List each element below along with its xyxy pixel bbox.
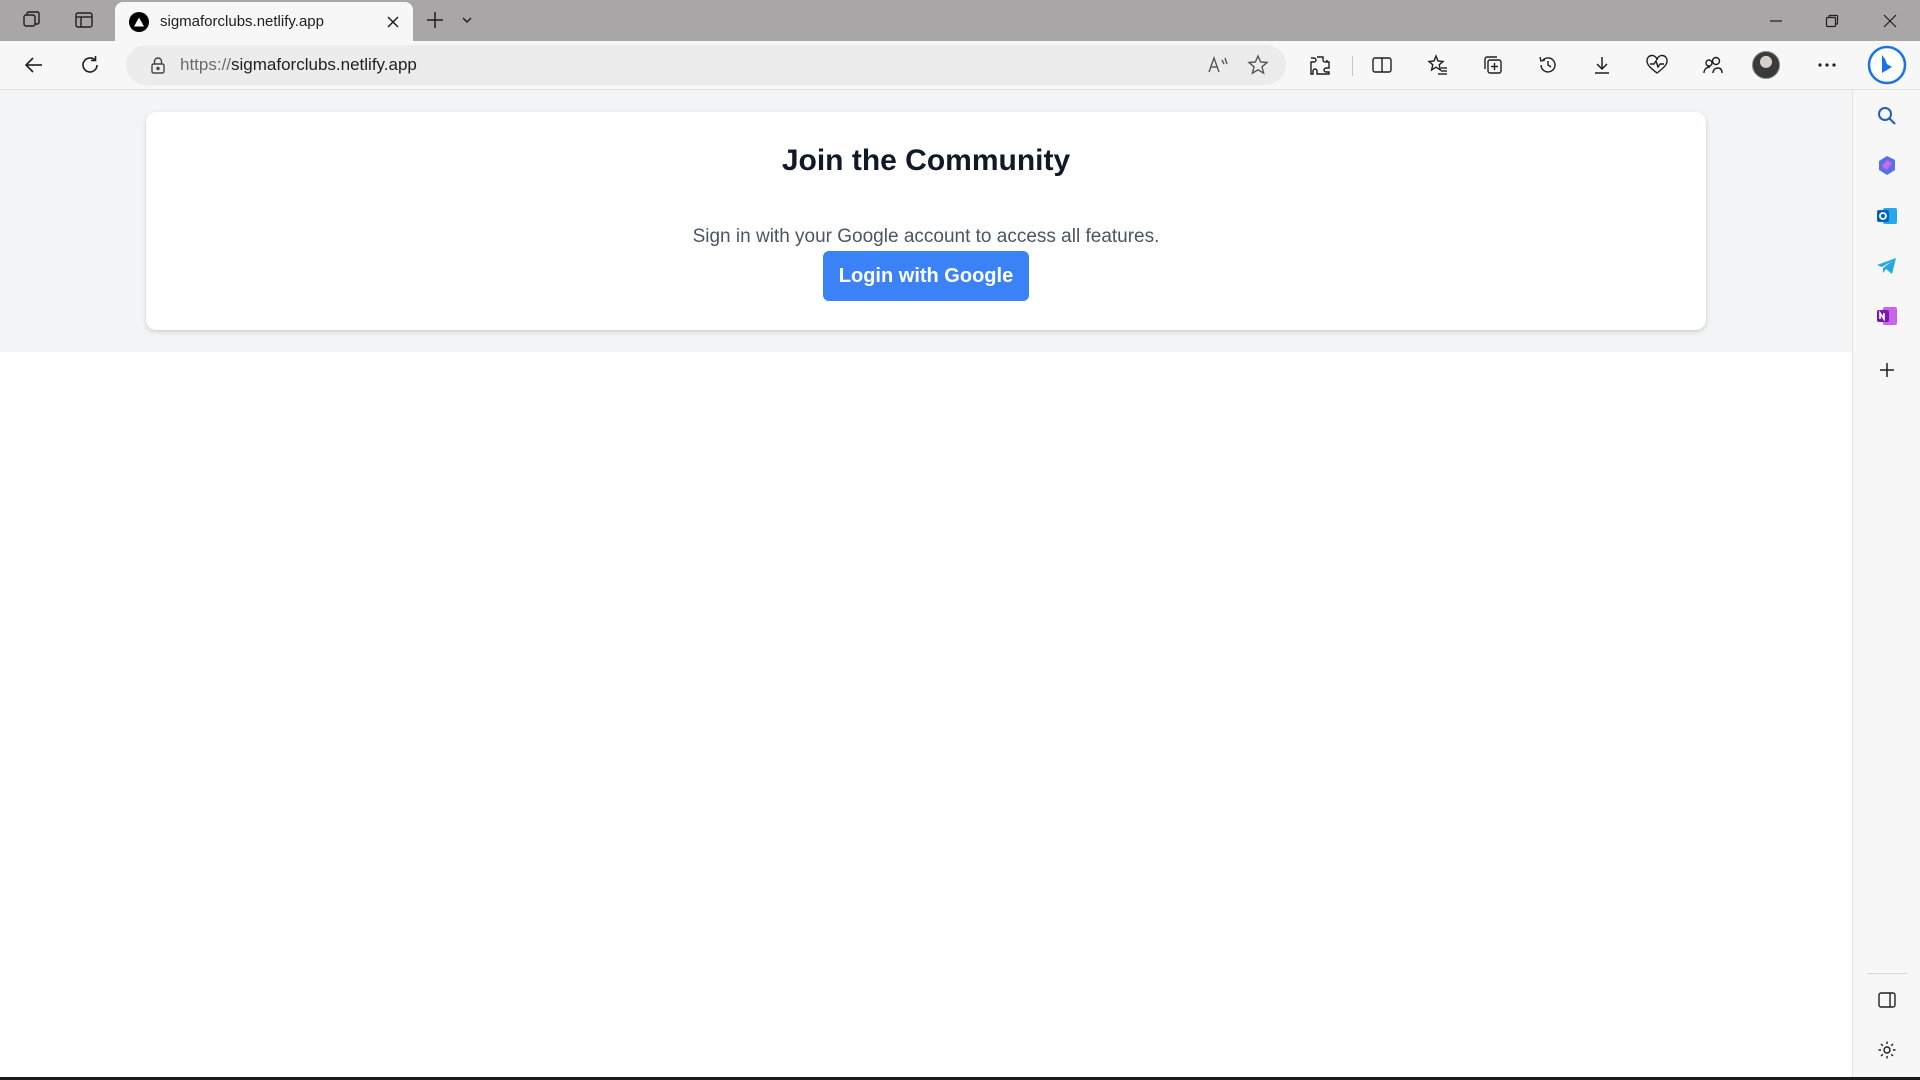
vertical-tabs-icon[interactable] — [66, 4, 102, 36]
bing-icon[interactable] — [1866, 44, 1908, 86]
favorite-star-icon[interactable] — [1238, 47, 1278, 83]
url-host: sigmaforclubs.netlify.app — [231, 55, 417, 74]
restore-icon[interactable] — [1804, 0, 1860, 41]
new-tab-icon[interactable] — [417, 4, 453, 36]
downloads-icon[interactable] — [1582, 47, 1622, 83]
page-title: Join the Community — [781, 144, 1071, 177]
join-card: Join the Community Sign in with your Goo… — [146, 112, 1706, 330]
telegram-icon[interactable] — [1867, 246, 1907, 286]
tab-close-icon[interactable] — [379, 8, 407, 36]
minimize-icon[interactable] — [1748, 0, 1804, 41]
triangle-logo-icon — [129, 11, 149, 32]
edge-sidebar — [1852, 90, 1920, 1080]
tab-list-chevron-icon[interactable] — [449, 4, 485, 36]
close-icon[interactable] — [1862, 0, 1918, 41]
more-menu-icon[interactable] — [1807, 47, 1847, 83]
refresh-icon[interactable] — [70, 47, 110, 83]
lock-icon[interactable] — [146, 53, 170, 77]
read-aloud-icon[interactable] — [1198, 47, 1238, 83]
sidebar-divider — [1867, 973, 1907, 974]
hide-sidebar-icon[interactable] — [1867, 980, 1907, 1020]
toolbar-divider — [1352, 56, 1353, 76]
split-screen-icon[interactable] — [1362, 47, 1402, 83]
url-scheme: https:// — [180, 55, 232, 74]
search-icon[interactable] — [1867, 96, 1907, 136]
collections-icon[interactable] — [1473, 47, 1513, 83]
page-viewport: Join the Community Sign in with your Goo… — [0, 90, 1852, 1078]
back-icon[interactable] — [14, 47, 54, 83]
login-with-google-button[interactable]: Login with Google — [823, 251, 1029, 301]
onenote-icon[interactable] — [1867, 296, 1907, 336]
url-text[interactable]: https://sigmaforclubs.netlify.app — [180, 55, 1198, 75]
settings-icon[interactable] — [1867, 1030, 1907, 1070]
address-bar[interactable]: https://sigmaforclubs.netlify.app — [126, 45, 1286, 85]
add-icon[interactable] — [1867, 350, 1907, 390]
outlook-icon[interactable] — [1867, 196, 1907, 236]
extensions-icon[interactable] — [1300, 47, 1340, 83]
copilot-icon[interactable] — [1867, 146, 1907, 186]
copilot-share-icon[interactable] — [1692, 47, 1732, 83]
active-tab[interactable]: sigmaforclubs.netlify.app — [115, 2, 413, 41]
favorites-icon[interactable] — [1418, 47, 1458, 83]
history-icon[interactable] — [1528, 47, 1568, 83]
profile-avatar[interactable] — [1746, 47, 1786, 83]
page-subtitle: Sign in with your Google account to acce… — [692, 226, 1160, 247]
browser-essentials-icon[interactable] — [1637, 47, 1677, 83]
workspaces-icon[interactable] — [14, 4, 50, 36]
hero-band: Join the Community Sign in with your Goo… — [0, 90, 1852, 352]
title-bar: sigmaforclubs.netlify.app — [0, 0, 1920, 41]
browser-toolbar: https://sigmaforclubs.netlify.app — [0, 41, 1920, 90]
tab-title: sigmaforclubs.netlify.app — [160, 13, 324, 30]
